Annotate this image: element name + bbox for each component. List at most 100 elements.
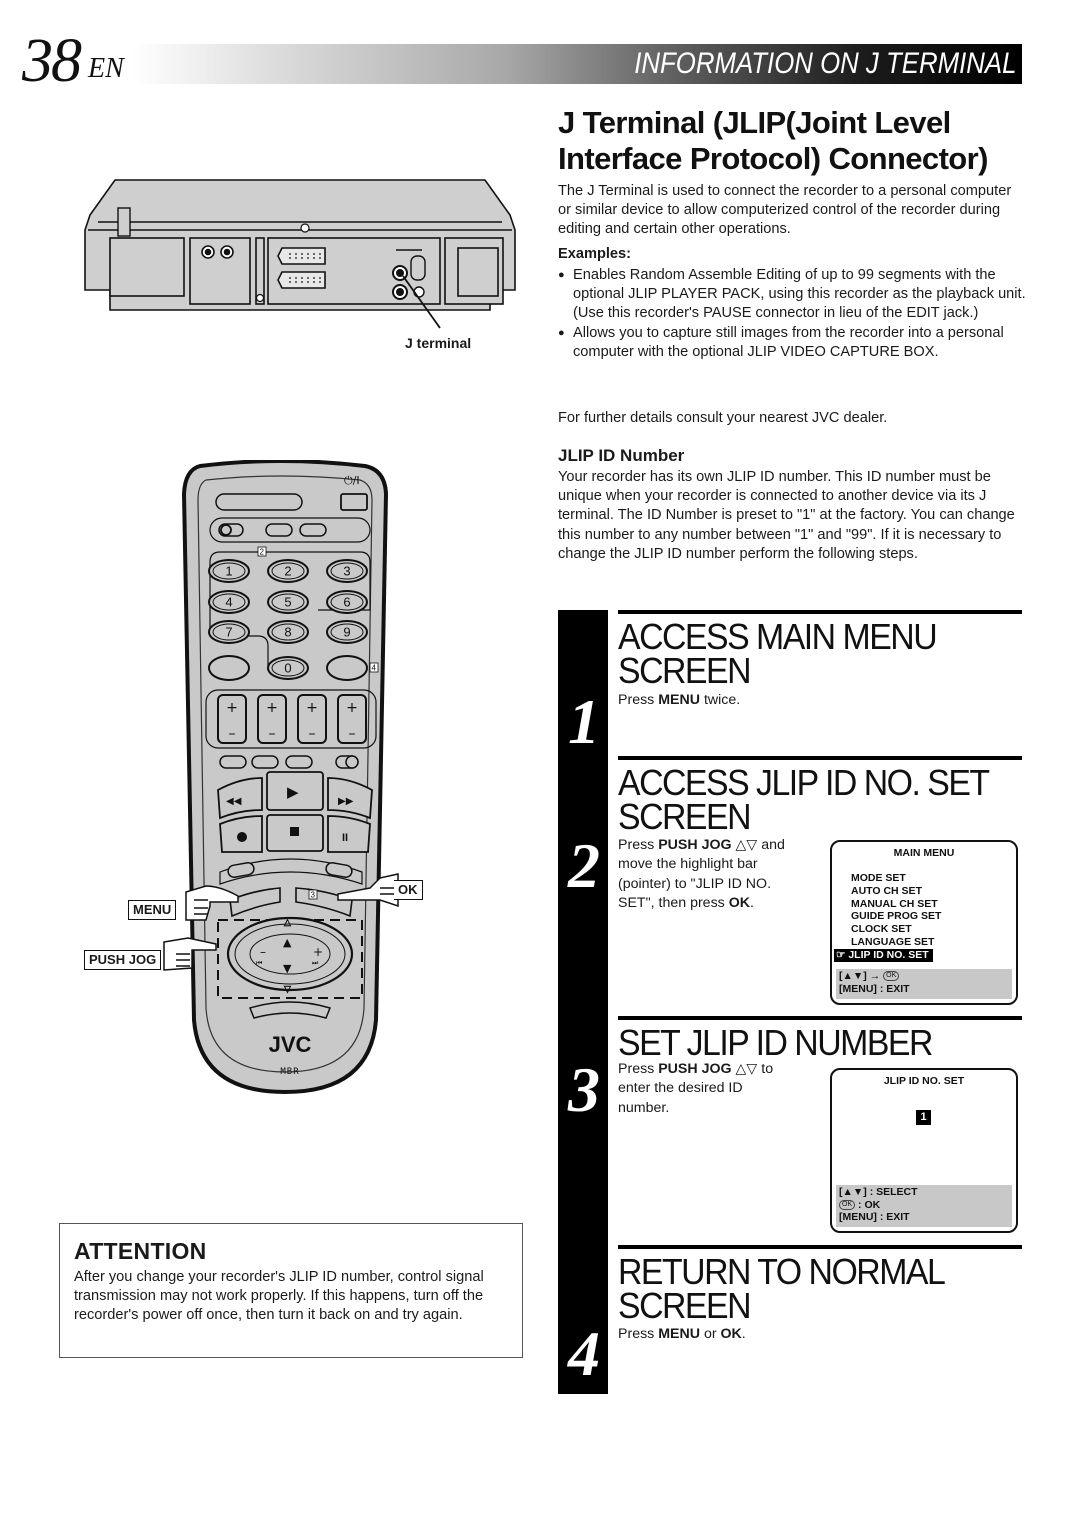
keypad-key-2: 2	[267, 559, 309, 583]
record-icon	[237, 832, 247, 842]
osd-footer: [▲▼] → OK [MENU] : EXIT	[836, 969, 1012, 999]
step-1-title: ACCESS MAIN MENU SCREEN	[618, 616, 938, 691]
jog-minus-icon: –	[260, 945, 266, 959]
step-3-title: SET JLIP ID NUMBER	[618, 1022, 933, 1063]
power-button	[340, 493, 368, 511]
svg-text:3: 3	[343, 564, 350, 579]
svg-text:1: 1	[225, 564, 232, 579]
keypad-key-3: 3	[326, 559, 368, 583]
ok-button-icon: OK	[839, 1199, 856, 1210]
keypad-key-7: 7	[208, 620, 250, 644]
keypad-key-9: 9	[326, 620, 368, 644]
osd-menu-item: CLOCK SET	[851, 923, 912, 936]
step-2-instruction: Press PUSH JOG △▽ and move the highlight…	[618, 837, 785, 912]
attention-body: After you change your recorder's JLIP ID…	[74, 1269, 484, 1324]
osd-title: JLIP ID NO. SET	[883, 1075, 965, 1087]
rewind-icon: ◀◀	[226, 796, 242, 807]
minus-icon: –	[229, 726, 236, 742]
jlip-id-value: 1	[916, 1110, 931, 1125]
examples-heading: Examples:	[558, 246, 632, 262]
examples-list: Enables Random Assemble Editing of up to…	[558, 266, 1030, 362]
minus-icon: –	[349, 726, 356, 742]
pointer-icon: ☞	[836, 948, 849, 961]
step-divider	[618, 1016, 1022, 1020]
keypad-key-6: 6	[326, 590, 368, 614]
osd-menu-item: MANUAL CH SET	[851, 897, 938, 910]
osd-menu-item: MODE SET	[851, 872, 906, 884]
remote-brand-logo: JVC	[269, 1032, 312, 1057]
plus-icon: +	[226, 700, 238, 716]
rocker-key: +–	[297, 694, 327, 744]
j-terminal-label: J terminal	[405, 335, 472, 351]
jog-down-icon: ▼	[283, 962, 292, 975]
jlip-id-set-osd: JLIP ID NO. SET 1 [▲▼] : SELECT OK : OK …	[830, 1068, 1018, 1233]
pause-button	[327, 815, 371, 853]
page-number: 38	[22, 27, 82, 95]
svg-text:8: 8	[284, 625, 291, 640]
push-jog-callout: PUSH JOG	[84, 950, 162, 970]
section-header-bar: INFORMATION ON J TERMINAL	[132, 44, 1022, 84]
osd-menu-item: AUTO CH SET	[851, 884, 922, 897]
step-3-instruction: Press PUSH JOG △▽ to enter the desired I…	[618, 1061, 774, 1116]
vcr-rear-panel-illustration	[84, 179, 516, 329]
section-title: INFORMATION ON J TERMINAL	[633, 47, 1016, 80]
svg-text:▽: ▽	[284, 985, 291, 995]
keypad-key-5: 5	[267, 590, 309, 614]
ok-callout: OK	[394, 880, 423, 900]
step-divider	[618, 756, 1022, 760]
step-1-instruction: Press MENU twice.	[618, 692, 741, 708]
rocker-key: +–	[257, 694, 287, 744]
keypad-key-0: 0	[267, 656, 309, 680]
svg-text:△: △	[284, 918, 291, 928]
osd-menu-item: GUIDE PROG SET	[851, 910, 942, 923]
jlip-id-paragraph: Your recorder has its own JLIP ID number…	[558, 469, 1015, 562]
svg-text:9: 9	[343, 625, 350, 640]
remote-control-illustration: ⏻/I 2 1 2 34 5 67 8 90 4 +–+–+–+– ◀◀ ▶ ▶▶ II 3…	[163, 460, 399, 1095]
intro-paragraph: The J Terminal is used to connect the re…	[558, 183, 1012, 238]
step-2-number: 2	[568, 830, 600, 901]
svg-text:7: 7	[225, 625, 232, 640]
svg-text:4: 4	[225, 595, 232, 610]
plus-icon: +	[346, 700, 358, 716]
power-icon: ⏻/I	[344, 474, 360, 487]
osd-footer: [▲▼] : SELECT OK : OK [MENU] : EXIT	[836, 1185, 1012, 1227]
push-jog-dial	[226, 916, 354, 992]
osd-menu-list: MODE SET AUTO CH SET MANUAL CH SET GUIDE PR…	[832, 872, 1016, 962]
step-4-title: RETURN TO NORMAL SCREEN	[618, 1251, 946, 1326]
osd-menu-item: ☞ JLIP ID NO. SET	[834, 948, 1016, 962]
step-3-number: 3	[568, 1054, 600, 1125]
ok-button-icon: OK	[883, 971, 900, 982]
cable-clamp	[117, 207, 131, 237]
osd-menu-item: LANGUAGE SET	[851, 935, 935, 948]
play-icon: ▶	[287, 783, 299, 801]
jog-up-icon: ▲	[283, 936, 292, 949]
keypad-key-8: 8	[267, 620, 309, 644]
step-divider	[618, 610, 1022, 614]
skip-forward-icon: ⏭	[312, 959, 319, 967]
attention-title: ATTENTION	[74, 1238, 207, 1264]
svg-text:3: 3	[311, 891, 316, 900]
rocker-key: +–	[217, 694, 247, 744]
keypad-key-4: 4	[208, 590, 250, 614]
fast-forward-icon: ▶▶	[338, 796, 354, 807]
pause-icon: II	[342, 832, 348, 844]
keypad-key-1: 1	[208, 559, 250, 583]
article-title: J Terminal (JLIP(Joint Level Interface P…	[558, 105, 988, 176]
minus-icon: –	[269, 726, 276, 742]
rocker-key: +–	[337, 694, 367, 744]
svg-text:2: 2	[284, 564, 291, 579]
osd-title: MAIN MENU	[893, 847, 955, 859]
step-1-number: 1	[568, 686, 600, 757]
list-item: Enables Random Assemble Editing of up to…	[558, 266, 1030, 324]
further-details: For further details consult your nearest…	[558, 410, 888, 426]
step-4-instruction: Press MENU or OK.	[618, 1326, 746, 1342]
jlip-id-heading: JLIP ID Number	[558, 446, 685, 465]
minus-icon: –	[309, 726, 316, 742]
step-4-number: 4	[568, 1318, 600, 1389]
skip-back-icon: ⏮	[256, 959, 262, 967]
step-2-title: ACCESS JLIP ID NO. SET SCREEN	[618, 762, 990, 837]
svg-text:5: 5	[284, 595, 291, 610]
plus-icon: +	[266, 700, 278, 716]
plus-icon: +	[306, 700, 318, 716]
main-menu-osd: MAIN MENU MODE SET AUTO CH SET MANUAL CH S…	[830, 840, 1018, 1005]
